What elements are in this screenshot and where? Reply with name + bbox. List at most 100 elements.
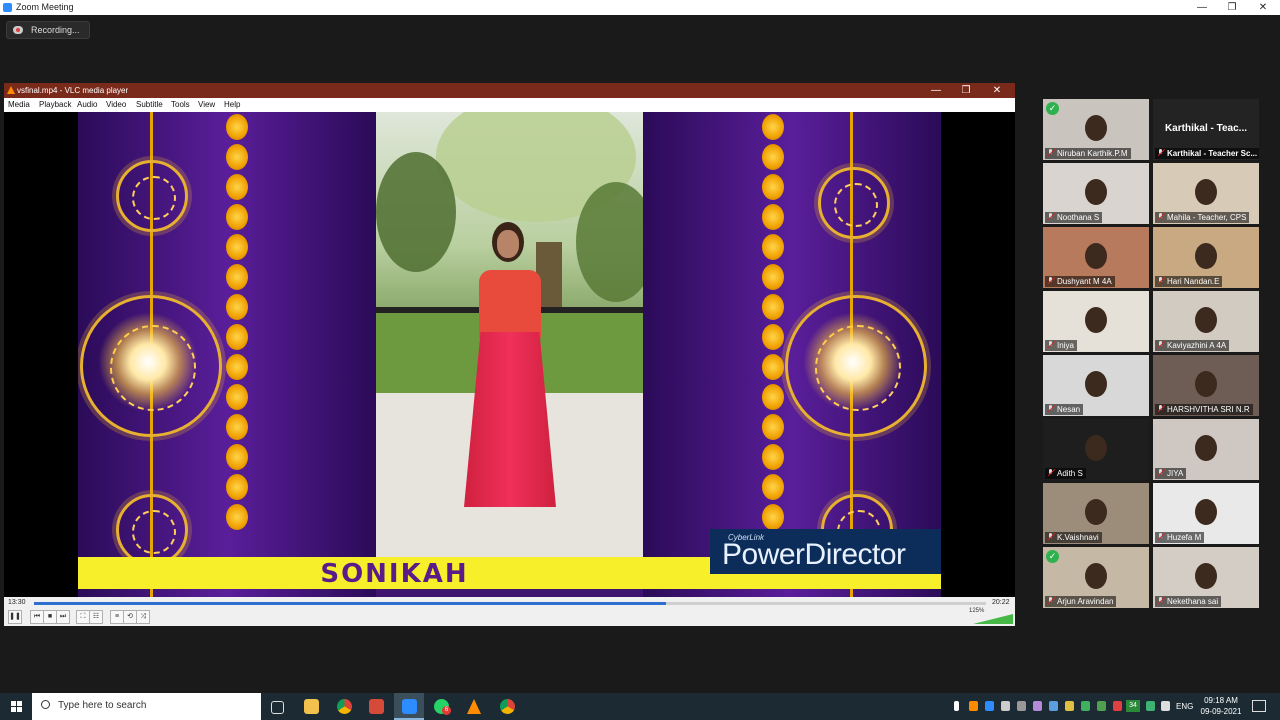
- participant-head: [1085, 499, 1107, 525]
- participant-head: [1085, 243, 1107, 269]
- search-input[interactable]: Type here to search: [58, 700, 146, 711]
- participant-name-label: Nesan: [1045, 404, 1084, 415]
- seek-bar[interactable]: [34, 602, 986, 605]
- participant-name: Iniya: [1057, 341, 1074, 350]
- vlc-close-button[interactable]: ✕: [982, 83, 1012, 98]
- language-indicator[interactable]: ENG: [1176, 702, 1193, 711]
- participant-tile[interactable]: Hari Nandan.E: [1153, 227, 1259, 288]
- previous-button[interactable]: ⏮: [30, 610, 44, 624]
- participant-tile[interactable]: Dushyant M 4A: [1043, 227, 1149, 288]
- participant-name-label: Kaviyazhini A 4A: [1155, 340, 1230, 351]
- tray-badge-icon[interactable]: 34: [1126, 700, 1140, 712]
- participant-tile[interactable]: K.Vaishnavi: [1043, 483, 1149, 544]
- menu-audio[interactable]: Audio: [77, 100, 97, 109]
- participant-tile[interactable]: ✓ Arjun Aravindan: [1043, 547, 1149, 608]
- pause-button[interactable]: ❚❚: [8, 610, 22, 624]
- participant-tile[interactable]: ✓ Niruban Karthik.P.M: [1043, 99, 1149, 160]
- windows-logo-icon-part: [11, 707, 16, 712]
- zoom-taskbar-button[interactable]: [394, 693, 424, 720]
- tray-icon[interactable]: [1113, 701, 1122, 711]
- restore-button[interactable]: ❐: [1217, 0, 1247, 15]
- fullscreen-button[interactable]: ⛶: [76, 610, 90, 624]
- menu-playback[interactable]: Playback: [39, 100, 71, 109]
- participant-tile[interactable]: HARSHVITHA SRI N.R: [1153, 355, 1259, 416]
- participant-tile[interactable]: Mahila - Teacher, CPS: [1153, 163, 1259, 224]
- start-button[interactable]: [0, 693, 32, 720]
- muted-mic-icon: [1048, 213, 1054, 220]
- volume-slider[interactable]: 125%: [969, 608, 1013, 624]
- stop-button[interactable]: ■: [43, 610, 57, 624]
- tray-icon[interactable]: [1097, 701, 1106, 711]
- participant-tile[interactable]: Adith S: [1043, 419, 1149, 480]
- vlc-restore-button[interactable]: ❐: [951, 83, 981, 98]
- participant-tile[interactable]: Karthikal - Teac... Karthikal - Teacher S…: [1153, 99, 1259, 160]
- playlist-button[interactable]: ≡: [110, 610, 124, 624]
- menu-view[interactable]: View: [198, 100, 215, 109]
- extended-settings-button[interactable]: ☷: [89, 610, 103, 624]
- vlc-window-title: vsfinal.mp4 - VLC media player: [17, 86, 129, 95]
- participant-head: [1195, 499, 1217, 525]
- participant-name-label: Karthikal - Teacher Sc...: [1155, 148, 1259, 159]
- windows-logo-icon-part: [17, 701, 22, 706]
- video-canvas[interactable]: SONIKAH CyberLink PowerDirector: [4, 112, 1015, 597]
- muted-mic-icon: [1158, 341, 1164, 348]
- zoom-app-icon: [3, 3, 12, 12]
- volume-icon[interactable]: [1161, 701, 1170, 711]
- volume-level: [973, 614, 1013, 624]
- participant-name: Kaviyazhini A 4A: [1167, 341, 1227, 350]
- participant-tile[interactable]: Nekethana sai: [1153, 547, 1259, 608]
- participant-tile[interactable]: Nesan: [1043, 355, 1149, 416]
- right-top-medallion: [818, 167, 890, 239]
- muted-mic-icon: [1048, 277, 1054, 284]
- muted-mic-icon: [1158, 597, 1164, 604]
- participant-tile[interactable]: Kaviyazhini A 4A: [1153, 291, 1259, 352]
- menu-video[interactable]: Video: [106, 100, 126, 109]
- vlc-minimize-button[interactable]: —: [921, 83, 951, 98]
- recording-cloud-icon: [13, 26, 23, 34]
- zoom-tray-icon[interactable]: [985, 701, 994, 711]
- right-glow: [803, 312, 903, 412]
- participant-tile[interactable]: Noothana S: [1043, 163, 1149, 224]
- recording-indicator[interactable]: Recording...: [6, 21, 90, 39]
- tray-icon[interactable]: [1081, 701, 1090, 711]
- taskbar-search-box[interactable]: Type here to search: [32, 693, 261, 720]
- participant-name-label: HARSHVITHA SRI N.R: [1155, 404, 1253, 415]
- chrome-icon-2[interactable]: [500, 699, 515, 714]
- participant-tile[interactable]: Huzefa M: [1153, 483, 1259, 544]
- chrome-icon[interactable]: [337, 699, 352, 714]
- tray-icon[interactable]: [1017, 701, 1026, 711]
- minimize-button[interactable]: —: [1187, 0, 1217, 15]
- vlc-window: vsfinal.mp4 - VLC media player — ❐ ✕ Med…: [4, 83, 1015, 626]
- vlc-titlebar: vsfinal.mp4 - VLC media player — ❐ ✕: [4, 83, 1015, 98]
- file-explorer-icon[interactable]: [304, 699, 319, 714]
- menu-subtitle[interactable]: Subtitle: [136, 100, 163, 109]
- shuffle-button[interactable]: ⤨: [136, 610, 150, 624]
- notification-center-icon[interactable]: [1252, 700, 1266, 712]
- participant-name: Huzefa M: [1167, 533, 1202, 542]
- close-button[interactable]: ✕: [1248, 0, 1278, 15]
- right-marigold-garland: [761, 112, 785, 534]
- left-top-medallion: [116, 160, 188, 232]
- microphone-icon[interactable]: [954, 701, 959, 711]
- loop-button[interactable]: ⟲: [123, 610, 137, 624]
- menu-help[interactable]: Help: [224, 100, 240, 109]
- tray-icon[interactable]: [1146, 701, 1155, 711]
- tray-icon[interactable]: [1049, 701, 1058, 711]
- tray-icon[interactable]: [1065, 701, 1074, 711]
- menu-tools[interactable]: Tools: [171, 100, 190, 109]
- participant-name: Nesan: [1057, 405, 1081, 414]
- vlc-menubar: Media Playback Audio Video Subtitle Tool…: [4, 98, 1015, 112]
- task-view-icon[interactable]: [271, 701, 284, 714]
- app-icon[interactable]: [369, 699, 384, 714]
- participant-tile[interactable]: JIYA: [1153, 419, 1259, 480]
- participant-tile[interactable]: Iniya: [1043, 291, 1149, 352]
- recording-label: Recording...: [31, 25, 80, 35]
- tray-icon[interactable]: [1033, 701, 1042, 711]
- vlc-tray-icon[interactable]: [969, 701, 978, 711]
- next-button[interactable]: ⏭: [56, 610, 70, 624]
- participant-head: [1085, 371, 1107, 397]
- taskbar-clock[interactable]: 09:18 AM 09-09-2021: [1193, 695, 1249, 717]
- vlc-icon[interactable]: [467, 699, 481, 714]
- tray-icon[interactable]: [1001, 701, 1010, 711]
- menu-media[interactable]: Media: [8, 100, 30, 109]
